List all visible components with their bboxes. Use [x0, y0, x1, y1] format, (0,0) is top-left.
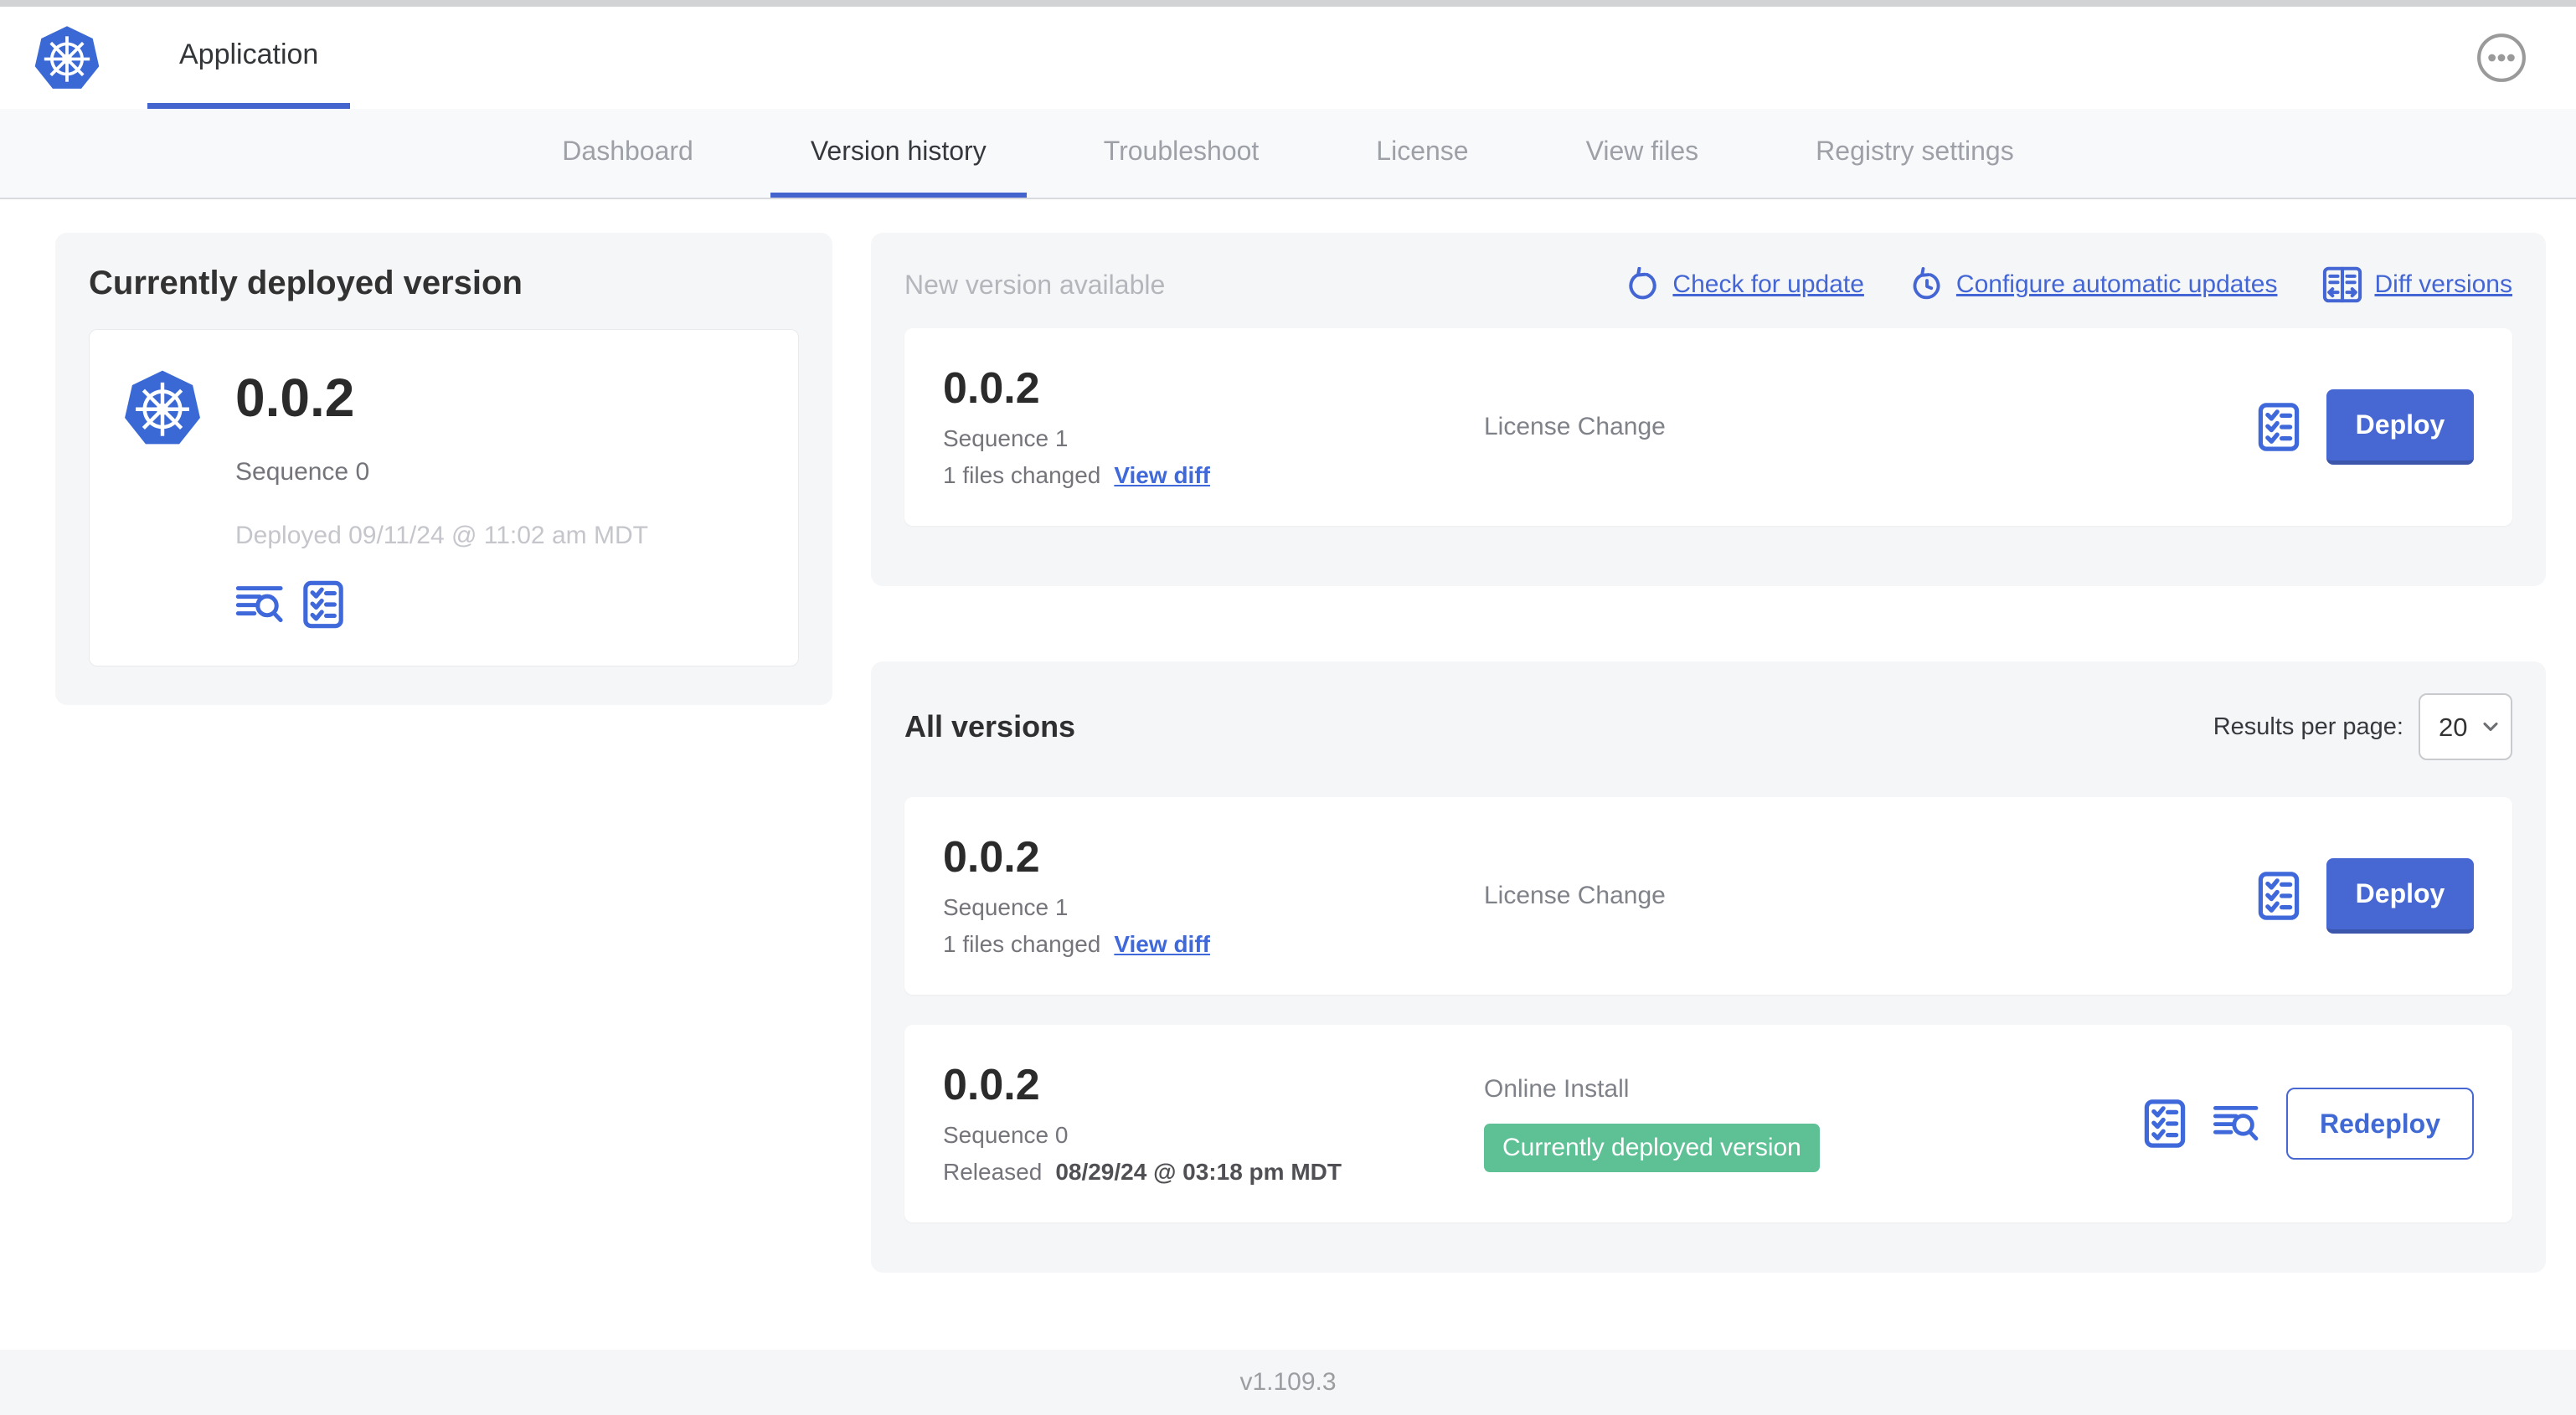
- deployed-info: 0.0.2 Sequence 0 Deployed 09/11/24 @ 11:…: [235, 365, 648, 629]
- tab-dashboard[interactable]: Dashboard: [522, 109, 734, 198]
- configure-automatic-updates-link[interactable]: Configure automatic updates: [1909, 267, 2278, 302]
- currently-deployed-title: Currently deployed version: [89, 265, 523, 301]
- app-tab-label: Application: [179, 39, 319, 70]
- header-spacer: [350, 7, 2476, 109]
- diff-columns-icon: [2322, 266, 2362, 303]
- version-actions: Redeploy: [2144, 1088, 2474, 1160]
- version-released-line: Released 08/29/24 @ 03:18 pm MDT: [943, 1159, 1484, 1186]
- preflight-checks-button[interactable]: [2144, 1099, 2186, 1149]
- preflight-checks-button[interactable]: [2258, 871, 2300, 921]
- checklist-icon: [2258, 871, 2300, 921]
- version-files-line: 1 files changed View diff: [943, 931, 1484, 958]
- version-sequence: Sequence 0: [943, 1121, 1069, 1148]
- results-per-page-select[interactable]: 20: [2419, 693, 2512, 760]
- preflight-checks-button[interactable]: [302, 580, 344, 629]
- new-version-panel: New version available Check for update C…: [871, 233, 2546, 586]
- right-column: New version available Check for update C…: [871, 233, 2546, 1273]
- configure-automatic-updates-label: Configure automatic updates: [1955, 270, 2278, 298]
- diff-versions-link[interactable]: Diff versions: [2322, 266, 2512, 303]
- all-versions-panel: All versions Results per page: 20 0.0.2 …: [871, 661, 2546, 1273]
- app-subnav: Dashboard Version history Troubleshoot L…: [0, 109, 2576, 199]
- version-source: License Change: [1484, 413, 1666, 441]
- tab-license[interactable]: License: [1336, 109, 1508, 198]
- results-per-page-label: Results per page:: [2213, 713, 2403, 740]
- version-files-line: 1 files changed View diff: [943, 462, 1484, 489]
- version-number: 0.0.2: [943, 364, 1040, 414]
- main-content: Currently deployed version 0.0.2 Sequenc…: [0, 199, 2576, 1350]
- version-source-label: License Change: [1484, 882, 1666, 909]
- files-changed-text: 1 files changed: [943, 930, 1101, 957]
- diff-versions-label: Diff versions: [2374, 270, 2512, 298]
- tab-registry-settings[interactable]: Registry settings: [1775, 109, 2054, 198]
- deploy-button[interactable]: Deploy: [2326, 389, 2474, 465]
- window-top-edge: [0, 0, 2576, 7]
- version-number: 0.0.2: [943, 833, 1040, 882]
- update-actions: Check for update Configure automatic upd…: [1625, 266, 2512, 303]
- log-search-icon: [2213, 1104, 2259, 1143]
- check-for-update-label: Check for update: [1672, 270, 1864, 298]
- version-source-label: License Change: [1484, 413, 1666, 440]
- version-actions: Deploy: [2258, 858, 2474, 934]
- view-logs-button[interactable]: [2213, 1104, 2259, 1143]
- view-diff-link[interactable]: View diff: [1114, 931, 1210, 958]
- version-info: 0.0.2 Sequence 0 Released 08/29/24 @ 03:…: [943, 1062, 1484, 1185]
- tab-view-files[interactable]: View files: [1546, 109, 1739, 198]
- check-for-update-link[interactable]: Check for update: [1625, 267, 1864, 302]
- log-search-icon: [235, 584, 284, 625]
- preflight-checks-button[interactable]: [2258, 402, 2300, 452]
- checklist-icon: [2144, 1099, 2186, 1149]
- results-per-page: Results per page: 20: [2213, 693, 2512, 760]
- version-source-label: Online Install: [1484, 1075, 1630, 1103]
- version-row-sequence-0: 0.0.2 Sequence 0 Released 08/29/24 @ 03:…: [904, 1025, 2512, 1222]
- version-sequence: Sequence 1: [943, 424, 1069, 451]
- all-versions-header: All versions Results per page: 20: [904, 693, 2512, 760]
- version-source: License Change: [1484, 882, 1666, 910]
- kubernetes-logo-icon: [33, 22, 100, 94]
- all-versions-title: All versions: [904, 709, 1076, 744]
- app-footer: v1.109.3: [0, 1350, 2576, 1415]
- version-actions: Deploy: [2258, 389, 2474, 465]
- results-per-page-select-wrap: 20: [2419, 693, 2512, 760]
- checklist-icon: [2258, 402, 2300, 452]
- redeploy-button[interactable]: Redeploy: [2285, 1088, 2474, 1160]
- refresh-icon: [1625, 267, 1661, 302]
- view-logs-button[interactable]: [235, 584, 284, 625]
- brand: [33, 7, 100, 109]
- version-number: 0.0.2: [943, 1061, 1040, 1110]
- app-header: Application: [0, 7, 2576, 109]
- deployed-timestamp: Deployed 09/11/24 @ 11:02 am MDT: [235, 522, 648, 550]
- clock-refresh-icon: [1909, 267, 1945, 302]
- released-prefix: Released: [943, 1158, 1043, 1185]
- kubernetes-app-icon: [123, 365, 202, 450]
- deploy-button[interactable]: Deploy: [2326, 858, 2474, 934]
- currently-deployed-card: 0.0.2 Sequence 0 Deployed 09/11/24 @ 11:…: [89, 329, 799, 667]
- tab-version-history[interactable]: Version history: [770, 109, 1027, 198]
- deployed-sequence: Sequence 0: [235, 458, 370, 486]
- deployed-version-number: 0.0.2: [235, 368, 355, 428]
- ellipsis-icon: [2476, 32, 2529, 84]
- released-timestamp: 08/29/24 @ 03:18 pm MDT: [1055, 1158, 1342, 1185]
- new-version-row: 0.0.2 Sequence 1 1 files changed View di…: [904, 328, 2512, 526]
- checklist-icon: [302, 580, 344, 629]
- app-tab-application[interactable]: Application: [147, 7, 351, 109]
- view-diff-link[interactable]: View diff: [1114, 462, 1210, 489]
- new-version-title: New version available: [904, 269, 1166, 300]
- currently-deployed-panel: Currently deployed version 0.0.2 Sequenc…: [55, 233, 832, 706]
- version-info: 0.0.2 Sequence 1 1 files changed View di…: [943, 365, 1484, 488]
- files-changed-text: 1 files changed: [943, 461, 1101, 488]
- currently-deployed-badge: Currently deployed version: [1484, 1124, 1820, 1172]
- version-source: Online Install Currently deployed versio…: [1484, 1075, 1820, 1172]
- version-sequence: Sequence 1: [943, 893, 1069, 920]
- overflow-menu-button[interactable]: [2476, 31, 2529, 85]
- deployed-icon-actions: [235, 580, 648, 629]
- console-version: v1.109.3: [1239, 1368, 1337, 1396]
- new-version-header: New version available Check for update C…: [904, 266, 2512, 303]
- tab-troubleshoot[interactable]: Troubleshoot: [1064, 109, 1300, 198]
- version-row-sequence-1: 0.0.2 Sequence 1 1 files changed View di…: [904, 797, 2512, 995]
- version-info: 0.0.2 Sequence 1 1 files changed View di…: [943, 834, 1484, 957]
